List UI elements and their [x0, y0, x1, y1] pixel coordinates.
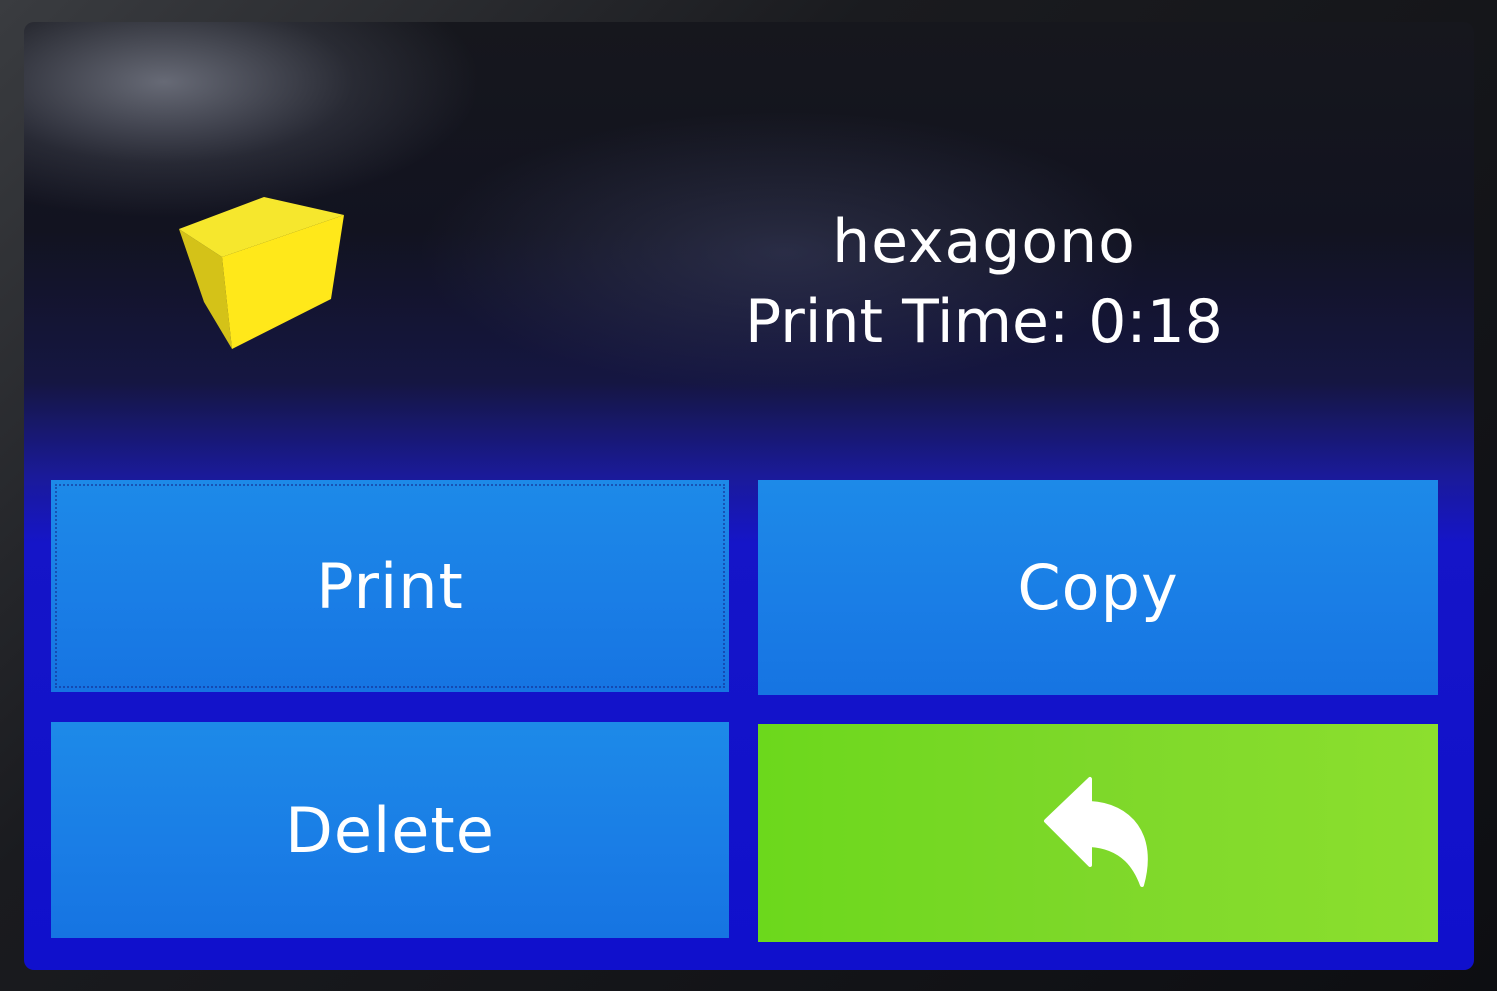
print-button[interactable]: Print [51, 480, 729, 692]
delete-button[interactable]: Delete [51, 722, 729, 938]
file-name: hexagono [832, 207, 1136, 277]
touch-screen: hexagono Print Time: 0:18 Print Copy Del… [24, 22, 1474, 970]
back-arrow-icon [1044, 777, 1148, 887]
file-info: hexagono Print Time: 0:18 [664, 202, 1304, 362]
copy-button[interactable]: Copy [758, 480, 1438, 695]
cube-icon [179, 197, 344, 349]
print-button-label: Print [316, 549, 464, 623]
delete-button-label: Delete [285, 793, 495, 867]
back-button[interactable] [758, 724, 1438, 942]
copy-button-label: Copy [1017, 551, 1179, 624]
print-time: Print Time: 0:18 [745, 287, 1223, 357]
